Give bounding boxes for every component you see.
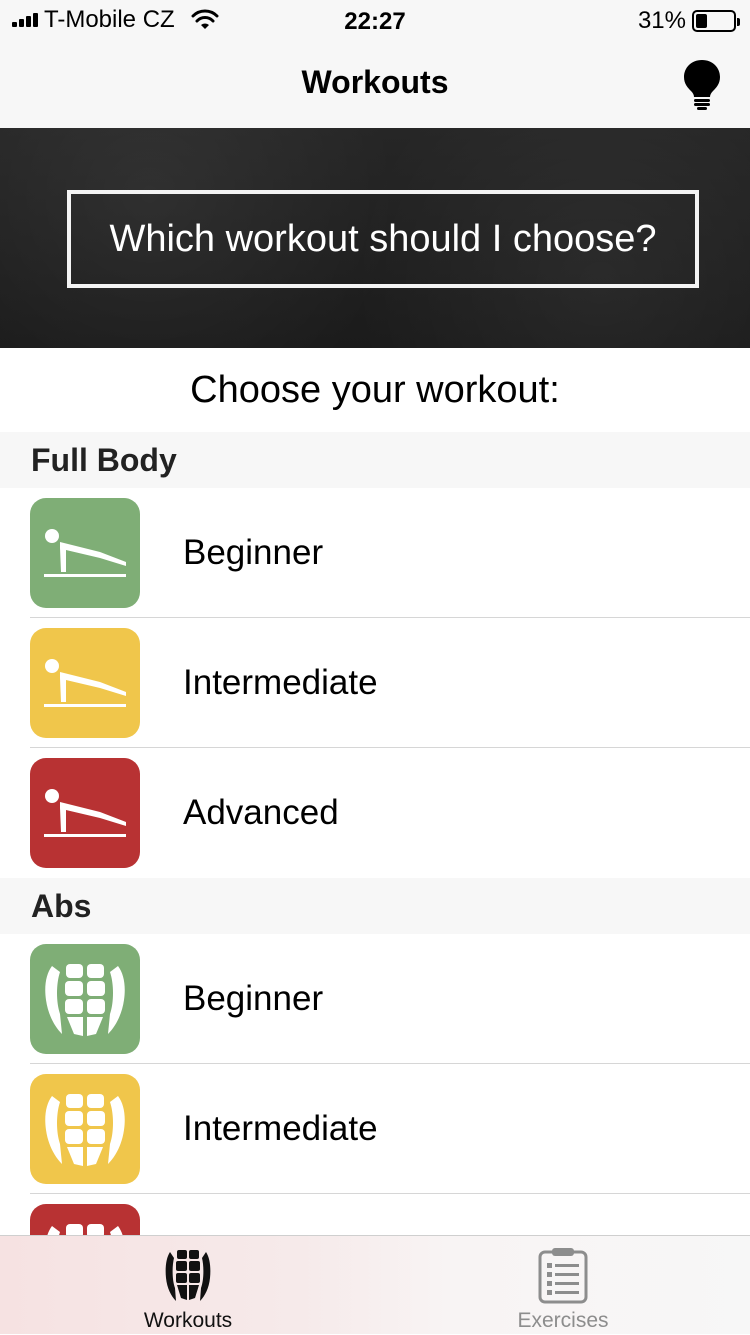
lightbulb-icon[interactable] xyxy=(682,58,722,110)
workout-label: Advanced xyxy=(183,793,339,832)
section-header-full-body: Full Body xyxy=(0,432,750,488)
workout-row-abs-intermediate[interactable]: Intermediate xyxy=(0,1064,750,1194)
workout-label: Beginner xyxy=(183,533,324,572)
pushup-icon xyxy=(30,628,140,738)
workout-row-full-body-beginner[interactable]: Beginner xyxy=(0,488,750,618)
workout-label: Intermediate xyxy=(183,1109,378,1148)
workout-guide-banner[interactable]: Which workout should I choose? xyxy=(0,128,750,348)
pushup-icon xyxy=(30,498,140,608)
status-bar: T-Mobile CZ 22:27 31% xyxy=(0,0,750,40)
tab-exercises[interactable]: Exercises xyxy=(438,1236,688,1335)
workout-label: Intermediate xyxy=(183,663,378,702)
status-right: 31% xyxy=(637,7,740,35)
choose-workout-heading: Choose your workout: xyxy=(190,368,560,411)
workout-row-abs-advanced[interactable] xyxy=(0,1194,750,1235)
abs-icon xyxy=(30,1204,140,1235)
workout-row-full-body-advanced[interactable]: Advanced xyxy=(0,748,750,878)
battery-percent: 31% xyxy=(637,7,686,34)
battery-icon xyxy=(692,10,740,32)
section-header-abs: Abs xyxy=(0,878,750,934)
workout-row-abs-beginner[interactable]: Beginner xyxy=(0,934,750,1064)
pushup-icon xyxy=(30,758,140,868)
tab-label-workouts: Workouts xyxy=(143,1309,233,1332)
workout-label: Beginner xyxy=(183,979,324,1018)
tab-bar: Workouts Exercises xyxy=(0,1235,750,1334)
clipboard-list-icon xyxy=(538,1248,588,1304)
banner-text: Which workout should I choose? xyxy=(67,190,699,288)
abs-icon xyxy=(30,1074,140,1184)
page-title: Workouts xyxy=(301,64,449,100)
navigation-bar: Workouts xyxy=(0,40,750,128)
workout-row-full-body-intermediate[interactable]: Intermediate xyxy=(0,618,750,748)
tab-label-exercises: Exercises xyxy=(517,1309,609,1332)
abs-icon xyxy=(165,1250,211,1301)
abs-icon xyxy=(30,944,140,1054)
tab-workouts[interactable]: Workouts xyxy=(63,1236,313,1335)
battery-level xyxy=(696,14,708,28)
